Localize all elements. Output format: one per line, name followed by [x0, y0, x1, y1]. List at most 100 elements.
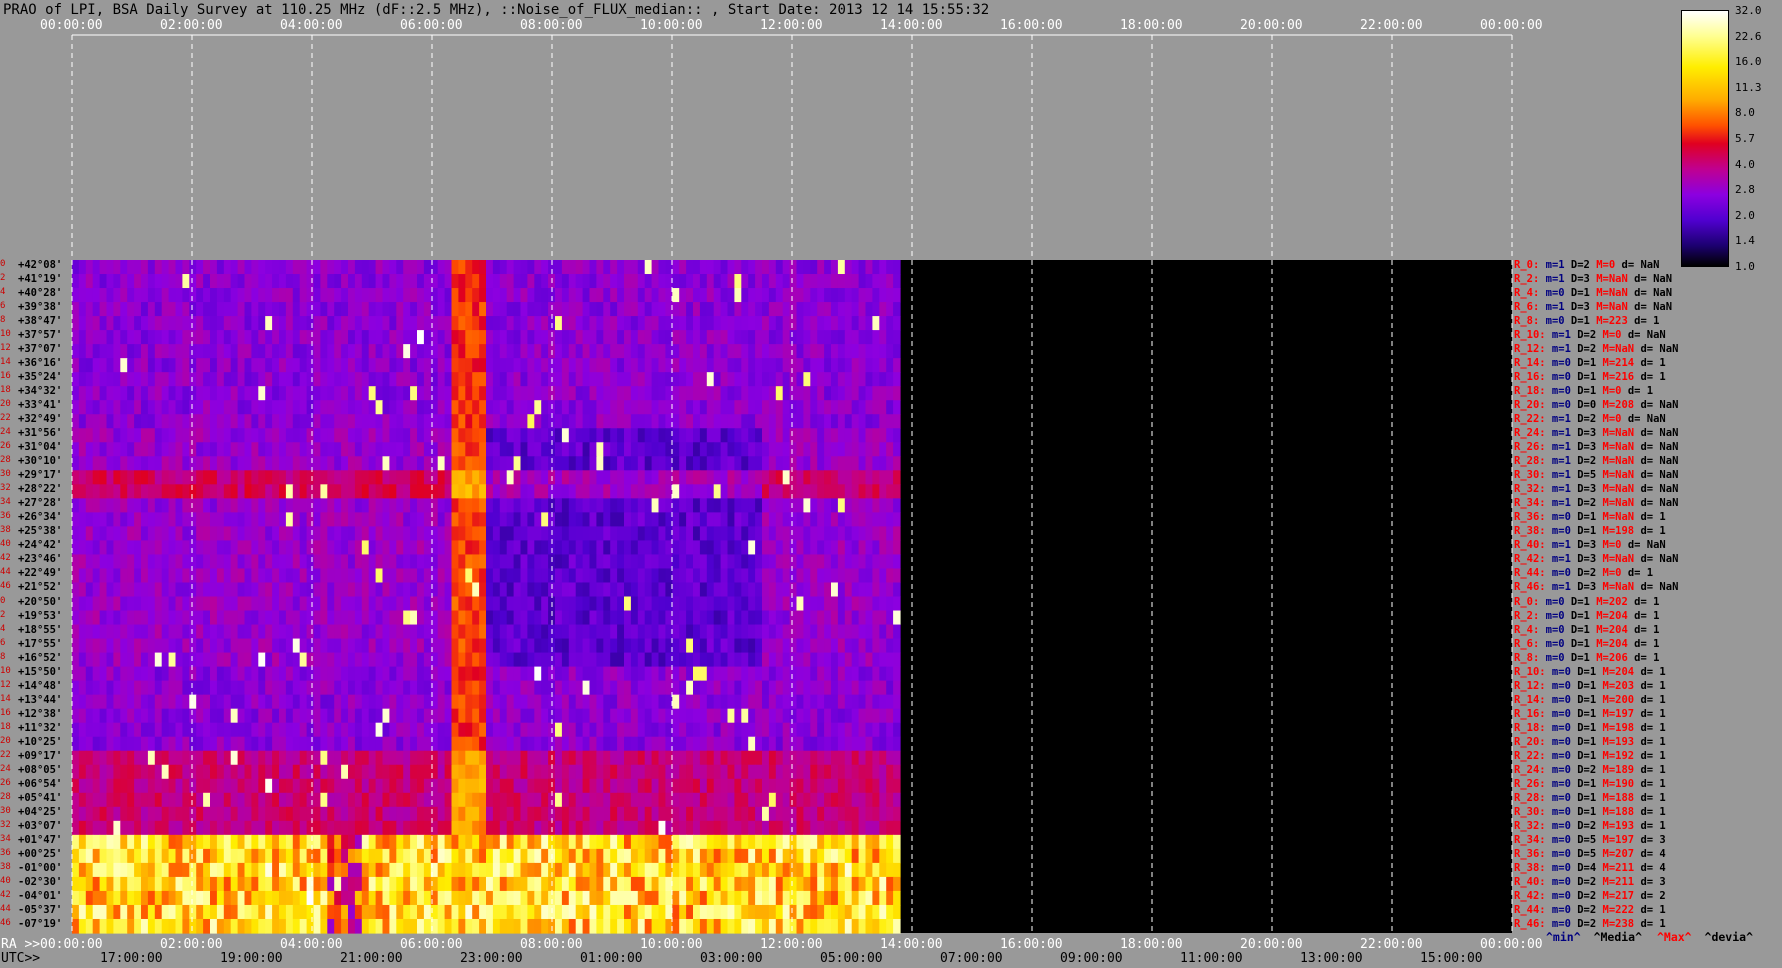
heatmap-cell	[755, 386, 763, 401]
heatmap-cell	[230, 652, 239, 668]
heatmap-cell	[513, 358, 522, 373]
heatmap-cell	[541, 372, 549, 387]
heatmap-cell	[768, 764, 777, 780]
heatmap-cell	[382, 582, 390, 598]
heatmap-cell	[582, 820, 591, 836]
heatmap-cell	[292, 372, 301, 387]
heatmap-cell	[651, 722, 660, 738]
heatmap-cell	[306, 680, 315, 696]
heatmap-cell	[872, 610, 880, 626]
heatmap-cell	[879, 428, 887, 443]
heatmap-cell	[775, 652, 784, 668]
heatmap-cell	[651, 302, 660, 317]
heatmap-cell	[444, 302, 453, 317]
heatmap-cell	[541, 834, 549, 850]
heatmap-cell	[134, 792, 142, 808]
heatmap-cell	[506, 666, 515, 682]
heatmap-cell	[168, 568, 177, 584]
heatmap-cell	[334, 680, 342, 696]
heatmap-cell	[106, 554, 114, 570]
heatmap-cell	[837, 386, 846, 401]
heatmap-cell	[85, 372, 94, 387]
heatmap-cell	[216, 358, 225, 373]
heatmap-cell	[285, 582, 294, 598]
heatmap-cell	[244, 344, 252, 359]
heatmap-cell	[506, 442, 515, 457]
heatmap-cell	[437, 330, 446, 345]
heatmap-cell	[265, 568, 273, 584]
heatmap-cell	[375, 442, 384, 457]
heatmap-cell	[417, 274, 425, 289]
heatmap-cell	[444, 582, 453, 598]
heatmap-cell	[361, 694, 370, 710]
heatmap-cell	[527, 470, 535, 485]
heatmap-cell	[492, 666, 501, 682]
heatmap-cell	[265, 610, 273, 626]
heatmap-cell	[713, 302, 722, 317]
heatmap-cell	[230, 372, 239, 387]
heatmap-cell	[444, 694, 453, 710]
heatmap-cell	[175, 820, 183, 836]
heatmap-cell	[285, 624, 294, 640]
heatmap-cell	[865, 414, 873, 429]
heatmap-cell	[313, 512, 321, 527]
heatmap-cell	[389, 456, 397, 471]
heatmap-cell	[782, 596, 791, 612]
heatmap-cell	[610, 666, 618, 682]
heatmap-cell	[582, 722, 591, 738]
heatmap-cell	[72, 792, 80, 808]
heatmap-cell	[886, 316, 894, 331]
heatmap-cell	[134, 414, 142, 429]
heatmap-cell	[527, 400, 535, 415]
heatmap-cell	[817, 792, 825, 808]
heatmap-cell	[141, 750, 149, 766]
heatmap-cell	[78, 526, 87, 542]
heatmap-cell	[596, 484, 604, 499]
heatmap-cell	[403, 288, 411, 303]
heatmap-cell	[417, 764, 425, 780]
heatmap-cell	[713, 652, 722, 668]
heatmap-cell	[844, 428, 853, 443]
heatmap-cell	[299, 498, 308, 513]
heatmap-cell	[334, 428, 342, 443]
heatmap-cell	[865, 610, 873, 626]
heatmap-cell	[479, 372, 487, 387]
heatmap-cell	[168, 372, 177, 387]
heatmap-cell	[417, 484, 425, 499]
heatmap-cell	[451, 400, 459, 415]
heatmap-cell	[851, 666, 860, 682]
heatmap-cell	[120, 540, 128, 556]
heatmap-cell	[147, 358, 156, 373]
heatmap-cell	[499, 554, 508, 570]
heatmap-cell	[299, 764, 308, 780]
heatmap-cell	[644, 442, 653, 457]
heatmap-cell	[189, 470, 197, 485]
heatmap-cell	[451, 680, 459, 696]
heatmap-cell	[368, 582, 377, 598]
heatmap-cell	[734, 582, 742, 598]
heatmap-cell	[893, 722, 901, 738]
heatmap-cell	[844, 442, 853, 457]
heatmap-cell	[865, 470, 873, 485]
heatmap-cell	[113, 834, 121, 850]
heatmap-cell	[782, 358, 791, 373]
heatmap-cell	[527, 526, 535, 542]
heatmap-cell	[223, 596, 232, 612]
heatmap-cell	[886, 540, 894, 556]
heatmap-cell	[555, 820, 563, 836]
heatmap-cell	[831, 624, 839, 640]
heatmap-cell	[396, 666, 404, 682]
heatmap-cell	[479, 596, 487, 612]
heatmap-cell	[658, 764, 666, 780]
heatmap-cell	[230, 442, 239, 457]
heatmap-cell	[175, 470, 183, 485]
heatmap-cell	[451, 274, 459, 289]
heatmap-cell	[168, 274, 177, 289]
heatmap-cell	[734, 820, 742, 836]
heatmap-cell	[320, 400, 328, 415]
heatmap-cell	[693, 708, 701, 724]
heatmap-cell	[486, 484, 494, 499]
heatmap-cell	[831, 428, 839, 443]
heatmap-cell	[534, 470, 542, 485]
heatmap-cell	[334, 372, 342, 387]
